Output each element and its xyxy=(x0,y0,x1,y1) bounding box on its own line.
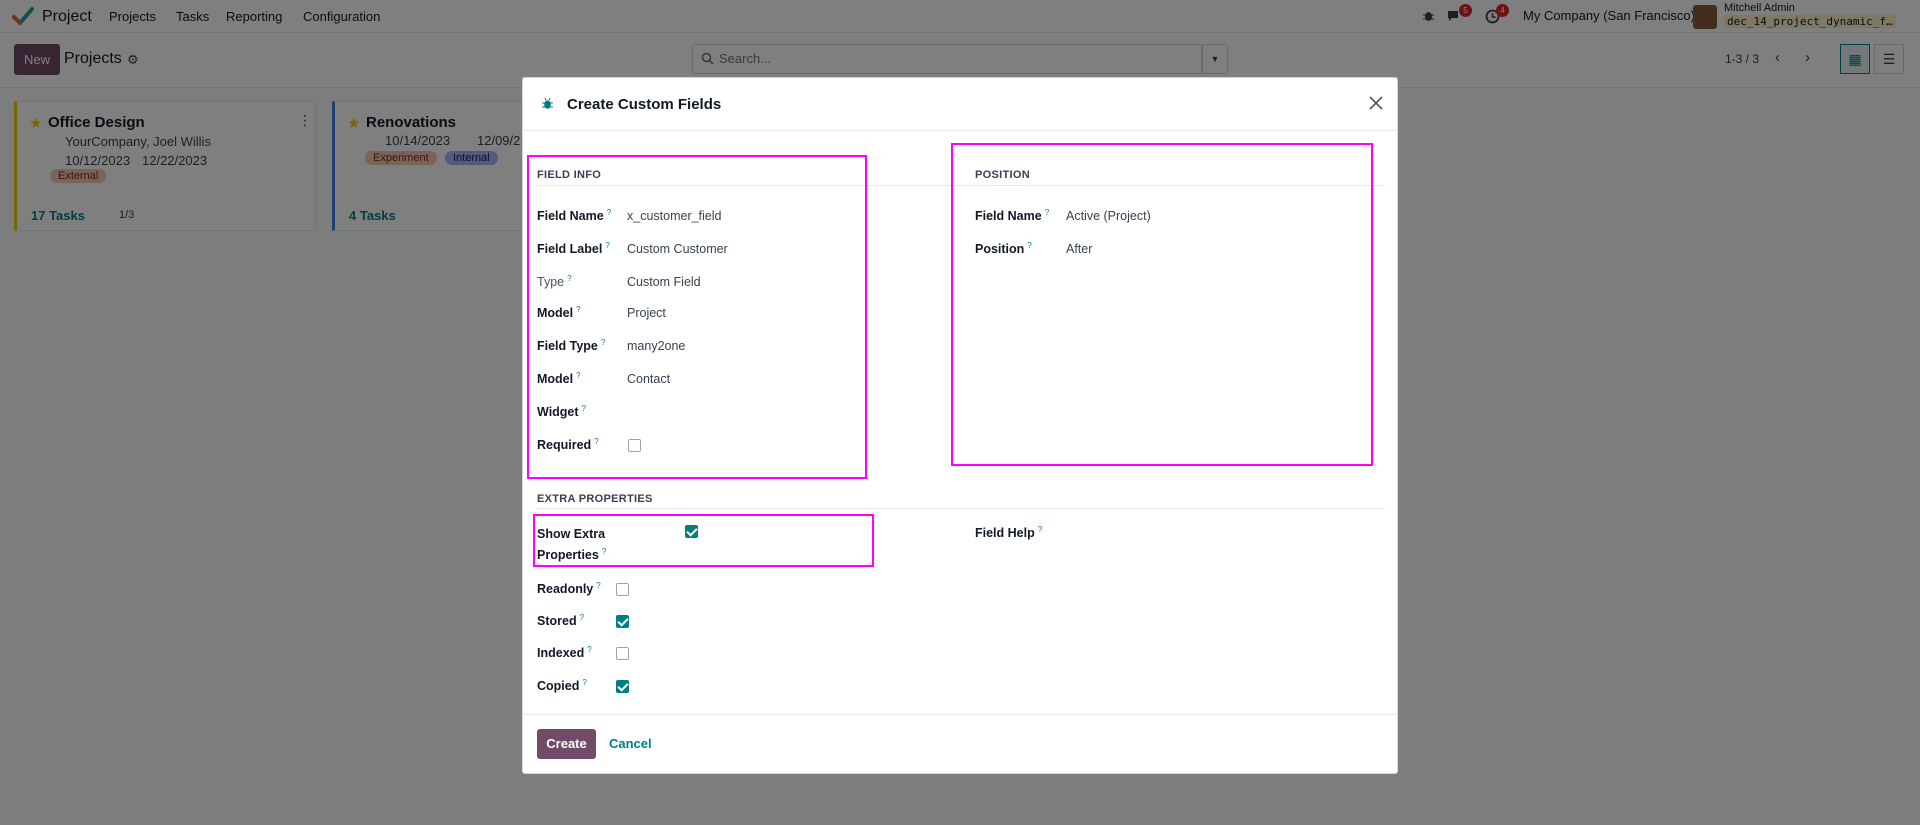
indexed-label: Indexed? xyxy=(537,645,592,661)
dialog-footer: Create Cancel xyxy=(523,714,1397,773)
indexed-checkbox[interactable] xyxy=(616,647,629,660)
stored-checkbox[interactable] xyxy=(616,615,629,628)
readonly-checkbox[interactable] xyxy=(616,583,629,596)
show-extra-highlight-box xyxy=(533,514,874,567)
field-info-highlight-box xyxy=(527,155,867,479)
copied-label: Copied? xyxy=(537,678,587,694)
position-highlight-box xyxy=(951,143,1373,466)
copied-checkbox[interactable] xyxy=(616,680,629,693)
dialog-title: Create Custom Fields xyxy=(567,96,722,113)
cancel-button[interactable]: Cancel xyxy=(609,736,652,751)
stored-label: Stored? xyxy=(537,613,585,629)
section-divider xyxy=(537,508,1385,509)
readonly-label: Readonly? xyxy=(537,581,601,597)
close-icon[interactable] xyxy=(1367,94,1385,112)
bug-icon xyxy=(542,97,553,109)
dialog-header: Create Custom Fields xyxy=(523,78,1397,131)
create-custom-fields-dialog: Create Custom Fields FIELD INFO Field Na… xyxy=(522,77,1398,774)
create-button[interactable]: Create xyxy=(537,729,596,759)
extra-properties-heading: EXTRA PROPERTIES xyxy=(537,493,653,505)
field-help-label: Field Help? xyxy=(975,525,1043,541)
